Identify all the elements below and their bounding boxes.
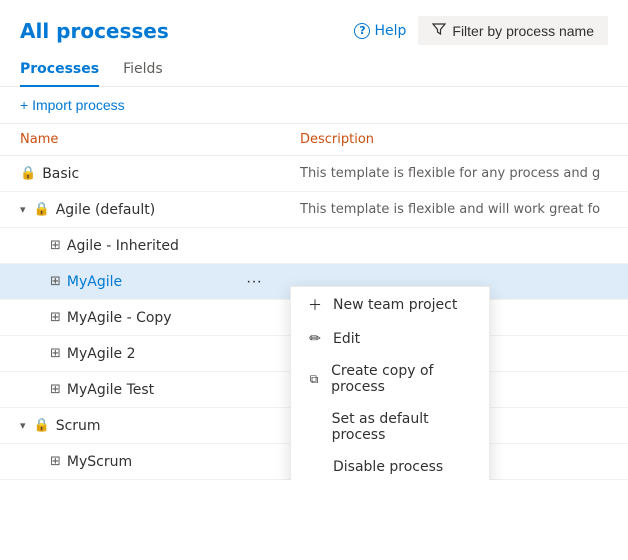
col-name-header: Name [20, 132, 300, 147]
tab-fields[interactable]: Fields [123, 53, 163, 87]
filter-button[interactable]: Filter by process name [418, 16, 608, 45]
help-icon: ? [354, 23, 370, 39]
inherit-icon: ⊞ [50, 382, 61, 397]
process-list: 🔒 Basic This template is flexible for an… [0, 156, 628, 480]
table-header: Name Description [0, 124, 628, 156]
process-name: Scrum [56, 418, 101, 434]
name-cell: ▾ 🔒 Agile (default) [20, 202, 300, 218]
filter-label: Filter by process name [452, 23, 594, 39]
table-row: ⊞ Agile - Inherited [0, 228, 628, 264]
chevron-down-icon[interactable]: ▾ [20, 419, 26, 432]
name-cell: ⊞ Agile - Inherited [50, 238, 330, 254]
process-name: Agile (default) [56, 202, 156, 218]
menu-label: Disable process [333, 459, 443, 475]
edit-icon: ✏ [307, 331, 323, 347]
process-name-link[interactable]: MyAgile [67, 274, 122, 290]
name-cell: 🔒 Basic [20, 166, 300, 182]
process-name: MyScrum [67, 454, 132, 470]
copy-icon: ⧉ [307, 372, 321, 387]
page-header: All processes ? Help Filter by process n… [0, 0, 628, 53]
name-cell: ⊞ MyAgile - Copy [50, 310, 330, 326]
menu-item-set-default[interactable]: Set as default process [291, 403, 489, 451]
lock-icon: 🔒 [34, 202, 50, 217]
plus-icon: ＋ [307, 295, 323, 315]
inherit-icon: ⊞ [50, 310, 61, 325]
table-row: ▾ 🔒 Agile (default) This template is fle… [0, 192, 628, 228]
name-cell: ⊞ MyScrum [50, 454, 330, 470]
inherit-icon: ⊞ [50, 238, 61, 253]
menu-item-edit[interactable]: ✏ Edit [291, 323, 489, 355]
process-name: MyAgile - Copy [67, 310, 172, 326]
table-row: 🔒 Basic This template is flexible for an… [0, 156, 628, 192]
process-name: Basic [42, 166, 79, 182]
process-name: MyAgile 2 [67, 346, 136, 362]
header-actions: ? Help Filter by process name [354, 16, 608, 45]
tab-processes[interactable]: Processes [20, 53, 99, 87]
col-description-header: Description [300, 132, 608, 147]
menu-label: New team project [333, 297, 457, 313]
menu-item-create-copy[interactable]: ⧉ Create copy of process [291, 355, 489, 403]
menu-item-disable[interactable]: Disable process [291, 451, 489, 480]
import-process-button[interactable]: + Import process [20, 97, 125, 113]
name-cell: ⊞ MyAgile Test [50, 382, 330, 398]
menu-item-new-team-project[interactable]: ＋ New team project [291, 287, 489, 323]
lock-icon: 🔒 [20, 166, 36, 181]
process-name: MyAgile Test [67, 382, 154, 398]
chevron-down-icon[interactable]: ▾ [20, 203, 26, 216]
help-link[interactable]: ? Help [354, 23, 406, 39]
import-bar: + Import process [0, 87, 628, 124]
help-label: Help [374, 23, 406, 39]
description-cell: This template is flexible and will work … [300, 202, 608, 217]
name-cell: ▾ 🔒 Scrum [20, 418, 300, 434]
page-title: All processes [20, 19, 169, 43]
inherit-icon: ⊞ [50, 346, 61, 361]
process-name: Agile - Inherited [67, 238, 179, 254]
tab-bar: Processes Fields [0, 53, 628, 87]
filter-icon [432, 22, 446, 39]
description-cell: This template is flexible for any proces… [300, 166, 608, 181]
menu-label: Set as default process [332, 411, 473, 443]
name-cell: ⊞ MyAgile 2 [50, 346, 330, 362]
menu-label: Create copy of process [331, 363, 473, 395]
lock-icon: 🔒 [34, 418, 50, 433]
context-menu: ＋ New team project ✏ Edit ⧉ Create copy … [290, 286, 490, 480]
inherit-icon: ⊞ [50, 454, 61, 469]
menu-label: Edit [333, 331, 360, 347]
inherit-icon: ⊞ [50, 274, 61, 289]
